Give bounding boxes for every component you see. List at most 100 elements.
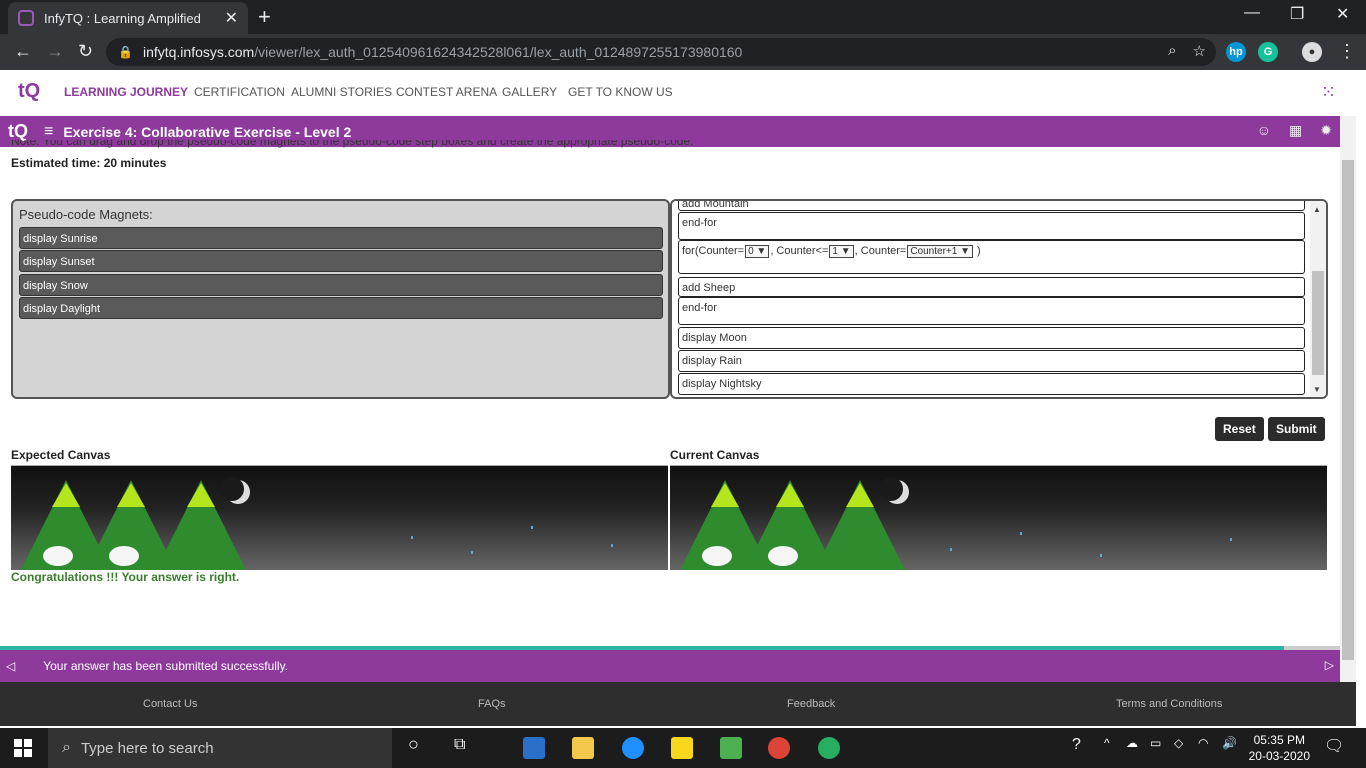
nav-gallery[interactable]: GALLERY xyxy=(502,85,557,99)
system-clock[interactable]: 05:35 PM 20-03-2020 xyxy=(1249,732,1310,764)
step-box-for-loop[interactable]: for(Counter= 0 ▼, Counter<= 1 ▼, Counter= C… xyxy=(678,240,1305,274)
magnet-item[interactable]: display Daylight xyxy=(19,297,663,319)
counter-end-select[interactable]: 1 ▼ xyxy=(829,245,854,258)
sticky-notes-icon[interactable] xyxy=(671,737,693,759)
windows-start-icon[interactable] xyxy=(14,739,32,757)
notifications-icon[interactable]: 🗨 xyxy=(1324,736,1344,756)
scroll-down-icon[interactable]: ▼ xyxy=(1313,385,1321,394)
nav-alumni-stories[interactable]: ALUMNI STORIES xyxy=(291,85,392,99)
step-box[interactable]: end-for xyxy=(678,297,1305,325)
close-tab-icon[interactable]: ✕ xyxy=(225,8,238,28)
menu-icon[interactable]: ≡ xyxy=(44,123,53,141)
bookmark-star-icon[interactable]: ☆ xyxy=(1193,42,1206,60)
submit-button[interactable]: Submit xyxy=(1268,417,1325,441)
rain-drop xyxy=(411,536,413,539)
cloud-icon[interactable]: ☁ xyxy=(1126,736,1138,750)
close-window-icon[interactable]: ✕ xyxy=(1336,4,1349,24)
calendar-icon[interactable]: ▦ xyxy=(1289,122,1302,139)
pseudo-code-steps-panel: add Mountain end-for for(Counter= 0 ▼, Co… xyxy=(670,199,1328,399)
footer-feedback[interactable]: Feedback xyxy=(787,698,835,710)
edge-icon[interactable] xyxy=(622,737,644,759)
vscode-icon[interactable] xyxy=(523,737,545,759)
nav-contest-arena[interactable]: CONTEST ARENA xyxy=(396,85,497,99)
step-box[interactable]: end-for xyxy=(678,212,1305,240)
header-logo-icon[interactable]: tQ xyxy=(8,121,28,142)
settings-icon[interactable]: ✹ xyxy=(1320,122,1332,139)
steps-scroll-thumb[interactable] xyxy=(1312,271,1324,375)
cortana-icon[interactable]: ○ xyxy=(408,734,419,755)
step-box[interactable]: display Nightsky xyxy=(678,373,1305,395)
task-view-icon[interactable]: ⧉ xyxy=(454,736,465,754)
page-scroll-thumb[interactable] xyxy=(1342,160,1354,660)
nav-certification[interactable]: CERTIFICATION xyxy=(194,85,285,99)
counter-start-select[interactable]: 0 ▼ xyxy=(745,245,770,258)
chrome-menu-icon[interactable]: ⋮ xyxy=(1338,41,1356,62)
next-icon[interactable]: ▷ xyxy=(1325,658,1334,672)
magnet-item[interactable]: display Sunrise xyxy=(19,227,663,249)
rain-drop xyxy=(531,526,533,529)
url-field[interactable]: 🔒 infytq.infosys.com /viewer/lex_auth_01… xyxy=(106,38,1216,66)
chrome-icon[interactable] xyxy=(768,737,790,759)
previous-icon[interactable]: ◁ xyxy=(6,659,15,673)
grammarly-extension-icon[interactable]: G xyxy=(1258,42,1278,62)
file-explorer-icon[interactable] xyxy=(572,737,594,759)
step-box[interactable]: add Sheep xyxy=(678,277,1305,297)
sheep-icon xyxy=(109,546,139,566)
reset-button[interactable]: Reset xyxy=(1215,417,1264,441)
scroll-up-icon[interactable]: ▲ xyxy=(1313,205,1321,214)
rain-drop xyxy=(611,544,613,547)
taskbar-search[interactable]: ⌕ Type here to search xyxy=(48,728,392,768)
magnet-item[interactable]: display Sunset xyxy=(19,250,663,272)
footer: Contact Us FAQs Feedback Terms and Condi… xyxy=(0,682,1356,726)
footer-contact-us[interactable]: Contact Us xyxy=(143,698,197,710)
counter-end-value: 1 xyxy=(832,246,838,257)
magnets-title: Pseudo-code Magnets: xyxy=(19,207,153,222)
footer-terms[interactable]: Terms and Conditions xyxy=(1116,698,1222,710)
favicon-icon xyxy=(18,10,34,26)
excel-icon[interactable] xyxy=(720,737,742,759)
footer-faqs[interactable]: FAQs xyxy=(478,698,506,710)
zoom-icon[interactable]: ⌕ xyxy=(1168,42,1176,60)
counter-step-select[interactable]: Counter+1 ▼ xyxy=(907,245,973,258)
minimize-icon[interactable]: — xyxy=(1244,4,1260,22)
help-icon[interactable]: ? xyxy=(1072,736,1081,754)
infytq-logo[interactable]: tQ xyxy=(18,80,44,104)
show-hidden-icons-icon[interactable]: ^ xyxy=(1104,736,1110,750)
apps-grid-icon[interactable]: ⁙ xyxy=(1321,82,1336,103)
browser-tab[interactable]: InfyTQ : Learning Amplified ✕ xyxy=(8,2,248,34)
current-canvas xyxy=(670,465,1327,570)
exercise-note: Note: You can drag and drop the pseudo-c… xyxy=(11,140,694,148)
profile-avatar[interactable]: ● xyxy=(1302,42,1322,62)
step-box[interactable]: display Moon xyxy=(678,327,1305,349)
magnets-panel: Pseudo-code Magnets: display Sunrise dis… xyxy=(11,199,670,399)
for-mid: , Counter<= xyxy=(770,245,829,257)
magnet-item[interactable]: display Snow xyxy=(19,274,663,296)
url-path: /viewer/lex_auth_012540961624342528l061/… xyxy=(254,44,743,60)
back-icon[interactable]: ← xyxy=(14,41,32,62)
volume-icon[interactable]: 🔊 xyxy=(1222,736,1237,750)
wifi-icon[interactable]: ◠ xyxy=(1198,736,1208,750)
steps-scrollbar[interactable]: ▲ ▼ xyxy=(1310,201,1326,397)
rain-drop xyxy=(950,548,952,551)
nav-get-to-know-us[interactable]: GET TO KNOW US xyxy=(568,85,673,99)
battery-icon[interactable]: ▭ xyxy=(1150,736,1161,750)
step-box[interactable]: add Mountain xyxy=(678,201,1305,211)
counter-step-value: Counter+1 xyxy=(910,246,958,257)
feedback-smiley-icon[interactable]: ☺ xyxy=(1257,122,1271,139)
mountain-peak-icon xyxy=(52,483,80,507)
page-scrollbar[interactable] xyxy=(1340,116,1356,682)
new-tab-icon[interactable]: + xyxy=(258,4,271,30)
site-navigation: tQ LEARNING JOURNEY CERTIFICATION ALUMNI… xyxy=(0,70,1356,116)
hp-extension-icon[interactable]: hp xyxy=(1226,42,1246,62)
url-host: infytq.infosys.com xyxy=(142,44,255,60)
dropbox-icon[interactable]: ◇ xyxy=(1174,736,1183,750)
step-box[interactable]: display Rain xyxy=(678,350,1305,372)
nav-learning-journey[interactable]: LEARNING JOURNEY xyxy=(64,85,188,99)
search-icon: ⌕ xyxy=(62,739,71,756)
for-prefix: for(Counter= xyxy=(682,245,745,257)
reload-icon[interactable]: ↻ xyxy=(78,41,93,62)
forward-icon[interactable]: → xyxy=(46,41,64,62)
for-suffix: ) xyxy=(974,245,981,257)
atom-icon[interactable] xyxy=(818,737,840,759)
restore-icon[interactable]: ❐ xyxy=(1290,4,1304,24)
